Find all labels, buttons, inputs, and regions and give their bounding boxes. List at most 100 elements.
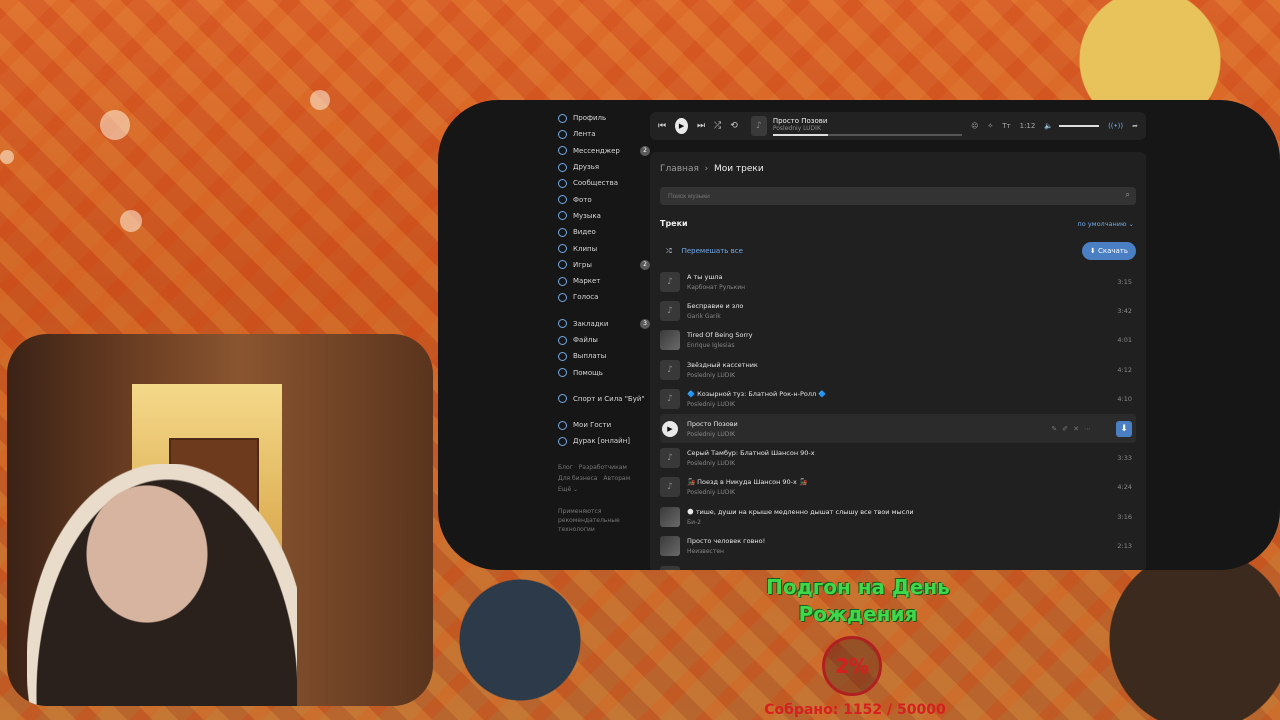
sidebar-item[interactable]: Клипы bbox=[558, 240, 650, 256]
goal-title-line1: Подгон на День bbox=[766, 575, 950, 599]
track-title[interactable]: А ты ушла bbox=[687, 273, 745, 281]
music-search-input[interactable] bbox=[660, 187, 1136, 205]
track-artist[interactable]: Posledniy LUDIK bbox=[687, 401, 826, 408]
sidebar-item[interactable]: Голоса bbox=[558, 289, 650, 305]
sidebar-item[interactable]: Выплаты bbox=[558, 348, 650, 364]
footer-link[interactable]: Авторам bbox=[603, 475, 630, 482]
track-artist[interactable]: Posledniy LUDIK bbox=[687, 460, 815, 467]
track-row[interactable]: 🌑 тише, души на крыше медленно дышат слы… bbox=[660, 502, 1136, 531]
track-row[interactable]: ▶ Просто Позови Posledniy LUDIK ✎✐✕⋯ ⬇ bbox=[660, 413, 1136, 444]
dislike-icon[interactable]: ☹ bbox=[971, 122, 978, 130]
download-button[interactable]: ⬇ Скачать bbox=[1081, 242, 1136, 260]
webcam-overlay bbox=[7, 334, 433, 706]
track-artist[interactable]: Garik Garik bbox=[687, 313, 743, 320]
sidebar-item[interactable]: Мои Гости bbox=[558, 417, 650, 433]
sparkle-icon[interactable]: ✧ bbox=[987, 122, 993, 130]
previous-track-icon[interactable]: ⏮ bbox=[658, 121, 666, 131]
track-row[interactable]: ♪ А ты ушла Карбонат Рулькин 3:15 bbox=[660, 267, 1136, 296]
track-actions-icon[interactable]: ✎✐✕⋯ bbox=[1051, 425, 1096, 433]
vk-music-window: Профиль Лента Мессенджер 2 Друзья Сообщества Ф… bbox=[438, 100, 1280, 570]
sidebar-item-label: Голоса bbox=[573, 293, 599, 302]
track-title[interactable]: 🌑 тише, души на крыше медленно дышат слы… bbox=[687, 508, 914, 516]
now-playing-title[interactable]: Просто Позови bbox=[773, 117, 962, 125]
track-row[interactable]: Tired Of Being Sorry Enrique Iglesias 4:01 bbox=[660, 326, 1136, 355]
shuffle-all-button[interactable]: ⤮ Перемешать все bbox=[666, 247, 743, 256]
next-track-icon[interactable]: ⏭ bbox=[697, 121, 705, 131]
sidebar-item[interactable]: Музыка bbox=[558, 208, 650, 224]
sidebar-item-label: Фото bbox=[573, 195, 592, 204]
votes-icon bbox=[558, 292, 567, 302]
sidebar-item[interactable]: Профиль bbox=[558, 110, 650, 126]
help-icon bbox=[558, 368, 567, 378]
track-download-icon[interactable]: ⬇ bbox=[1116, 420, 1132, 437]
track-row[interactable]: ♪ Звёздный кассетник Posledniy LUDIK 4:12 bbox=[660, 355, 1136, 384]
track-cover: ♪ bbox=[660, 389, 680, 410]
track-artist[interactable]: Posledniy LUDIK bbox=[687, 431, 738, 438]
track-row[interactable]: Просто человек говно! Неизвестен 2:13 bbox=[660, 532, 1136, 561]
track-title[interactable]: 🔷 Козырной туз: Блатной Рок-н-Ролл 🔷 bbox=[687, 390, 826, 398]
breadcrumb: Главная › Мои треки bbox=[660, 164, 764, 174]
sidebar-divider bbox=[558, 407, 650, 417]
friends-icon bbox=[558, 162, 567, 172]
track-title[interactable]: 🚂 Поезд в Никуда Шансон 90-х 🚂 bbox=[687, 478, 807, 486]
now-playing-artist[interactable]: Posledniy LUDIK bbox=[773, 125, 962, 132]
play-pause-button[interactable]: ▶ bbox=[675, 118, 688, 134]
sidebar-divider bbox=[558, 381, 650, 391]
play-icon[interactable]: ▶ bbox=[662, 420, 678, 437]
sidebar-item[interactable]: Лента bbox=[558, 126, 650, 142]
sidebar-item[interactable]: Спорт и Сила "Буй" bbox=[558, 391, 650, 407]
lyrics-icon[interactable]: Tт bbox=[1002, 122, 1010, 130]
track-artist[interactable]: Би-2 bbox=[687, 519, 914, 526]
track-title[interactable]: Бесправие и зло bbox=[687, 302, 743, 310]
track-row[interactable]: ♪ 🔷 Козырной туз: Блатной Рок-н-Ролл 🔷 Pos… bbox=[660, 385, 1136, 414]
sidebar-item[interactable]: Мессенджер 2 bbox=[558, 143, 650, 159]
sidebar-item-label: Мои Гости bbox=[573, 421, 612, 430]
sidebar-item[interactable]: Сообщества bbox=[558, 175, 650, 191]
track-row[interactable]: ♪ Бесправие и зло Garik Garik 3:42 bbox=[660, 296, 1136, 325]
track-row[interactable]: ♪Я не буду ждать тебя [Я не стану ждать … bbox=[660, 561, 1136, 570]
track-title[interactable]: Tired Of Being Sorry bbox=[687, 331, 753, 339]
sidebar-item[interactable]: Помощь bbox=[558, 364, 650, 380]
playback-progress-bar[interactable] bbox=[772, 133, 963, 136]
sidebar-item[interactable]: Игры 2 bbox=[558, 257, 650, 273]
sort-dropdown[interactable]: по умолчанию ⌄ bbox=[1078, 220, 1134, 228]
sidebar-item[interactable]: Закладки 3 bbox=[558, 316, 650, 332]
track-artist[interactable]: Enrique Iglesias bbox=[687, 342, 753, 349]
track-title[interactable]: Просто Позови bbox=[687, 420, 738, 428]
sidebar-item[interactable]: Файлы bbox=[558, 332, 650, 348]
sidebar-item[interactable]: Видео bbox=[558, 224, 650, 240]
volume-slider[interactable] bbox=[1059, 125, 1100, 127]
track-artist[interactable]: Карбонат Рулькин bbox=[687, 284, 745, 291]
shuffle-icon[interactable]: ⤮ bbox=[714, 121, 721, 131]
music-note-icon: ♪ bbox=[755, 121, 762, 131]
volume-icon[interactable]: 🔈 bbox=[1044, 122, 1053, 130]
track-title[interactable]: Просто человек говно! bbox=[687, 537, 765, 545]
recommendation-note[interactable]: Применяются рекомендательные технологии bbox=[558, 507, 628, 534]
tracks-section-title: Треки bbox=[660, 219, 688, 228]
sidebar-item[interactable]: Фото bbox=[558, 191, 650, 207]
market-icon bbox=[558, 276, 567, 286]
download-icon: ⬇ bbox=[1089, 247, 1096, 255]
track-row[interactable]: ♪ 🚂 Поезд в Никуда Шансон 90-х 🚂 Posledniy… bbox=[660, 473, 1136, 502]
track-row[interactable]: ♪ Серый Тамбур: Блатной Шансон 90-х Posled… bbox=[660, 443, 1136, 472]
track-artist[interactable]: Posledniy LUDIK bbox=[687, 372, 758, 379]
share-icon[interactable]: ➦ bbox=[1132, 122, 1138, 130]
track-duration: 2:13 bbox=[1117, 542, 1132, 551]
track-artist[interactable]: Неизвестен bbox=[687, 548, 765, 555]
files-icon bbox=[558, 335, 567, 345]
broadcast-icon[interactable]: ((•)) bbox=[1108, 122, 1123, 130]
footer-link[interactable]: Ещё ⌄ bbox=[558, 486, 578, 493]
track-title[interactable]: Серый Тамбур: Блатной Шансон 90-х bbox=[687, 449, 815, 457]
sidebar-item[interactable]: Маркет bbox=[558, 273, 650, 289]
footer-link[interactable]: Разработчикам bbox=[579, 464, 627, 471]
breadcrumb-home-link[interactable]: Главная bbox=[660, 164, 699, 174]
track-artist[interactable]: Posledniy LUDIK bbox=[687, 489, 807, 496]
sidebar-item[interactable]: Друзья bbox=[558, 159, 650, 175]
footer-link[interactable]: Для бизнеса bbox=[558, 475, 597, 482]
sidebar-item[interactable]: Дурак [онлайн] bbox=[558, 433, 650, 449]
search-icon[interactable]: ⌕ bbox=[1126, 190, 1130, 200]
footer-link[interactable]: Блог bbox=[558, 464, 573, 471]
audio-player-bar: ⏮ ▶ ⏭ ⤮ ⟲ ♪ Просто Позови Posledniy LUDI… bbox=[650, 112, 1146, 140]
repeat-icon[interactable]: ⟲ bbox=[730, 121, 738, 131]
track-title[interactable]: Звёздный кассетник bbox=[687, 361, 758, 369]
